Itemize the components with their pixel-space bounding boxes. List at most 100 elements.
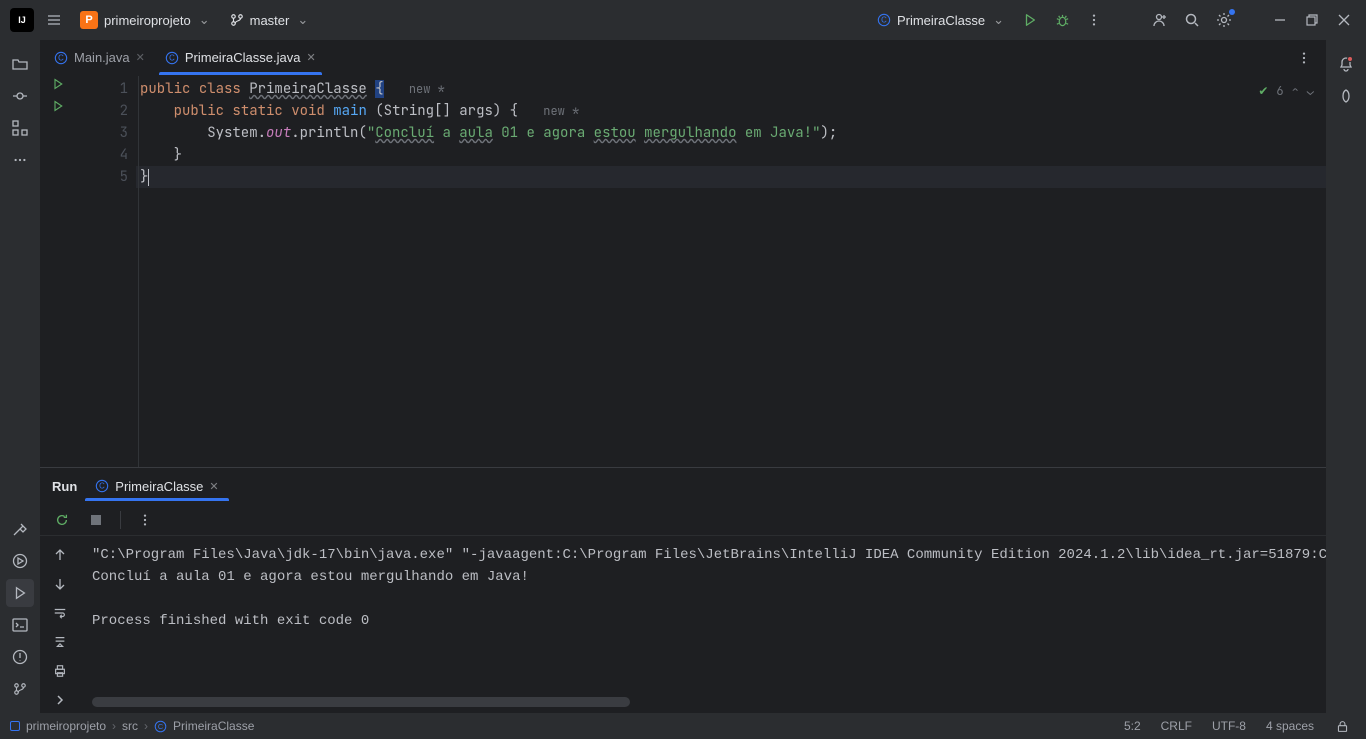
main-menu-button[interactable] xyxy=(40,6,68,34)
close-tab-button[interactable]: ✕ xyxy=(306,51,315,64)
close-icon xyxy=(1338,14,1350,26)
scroll-to-end-button[interactable] xyxy=(46,630,74,655)
branch-icon xyxy=(13,682,27,696)
navigation-breadcrumb[interactable]: primeiroprojeto › src › C PrimeiraClasse xyxy=(10,719,254,733)
prev-highlight-icon[interactable]: ⌃ xyxy=(1292,80,1299,102)
up-stack-button[interactable] xyxy=(46,542,74,567)
bug-icon xyxy=(1055,13,1070,28)
chevron-down-icon: ⌄ xyxy=(199,12,210,28)
git-tool-button[interactable] xyxy=(6,675,34,703)
rerun-button[interactable] xyxy=(48,506,76,534)
project-badge: P xyxy=(80,11,98,29)
console-side-toolbar xyxy=(40,536,80,713)
tab-menu-button[interactable] xyxy=(1290,44,1318,72)
assistant-icon xyxy=(1338,88,1354,104)
notifications-button[interactable] xyxy=(1332,50,1360,78)
file-encoding[interactable]: UTF-8 xyxy=(1206,719,1252,733)
print-button[interactable] xyxy=(46,659,74,684)
svg-text:C: C xyxy=(99,482,105,491)
maximize-button[interactable] xyxy=(1298,6,1326,34)
line-ending[interactable]: CRLF xyxy=(1155,719,1198,733)
code-area[interactable]: public class PrimeiraClasse { new * publ… xyxy=(136,76,1326,467)
close-tab-button[interactable]: ✕ xyxy=(136,51,145,64)
services-tool-button[interactable] xyxy=(6,547,34,575)
inspection-widget[interactable]: ✔ 6 ⌃ ⌄ xyxy=(1258,80,1314,102)
branch-icon xyxy=(230,13,244,27)
class-icon: C xyxy=(95,479,109,493)
tab-primeira-classe[interactable]: C PrimeiraClasse.java ✕ xyxy=(155,40,326,75)
branch-name: master xyxy=(250,13,290,28)
stop-button[interactable] xyxy=(82,506,110,534)
run-tab[interactable]: C PrimeiraClasse ✕ xyxy=(85,473,228,500)
run-gutter-icon[interactable] xyxy=(52,100,64,112)
debug-button[interactable] xyxy=(1048,6,1076,34)
maximize-icon xyxy=(1306,14,1318,26)
right-tool-rail xyxy=(1326,40,1366,713)
down-stack-button[interactable] xyxy=(46,571,74,596)
more-tools-button[interactable] xyxy=(6,146,34,174)
expand-console-button[interactable] xyxy=(46,688,74,713)
app-logo[interactable]: IJ xyxy=(8,6,36,34)
project-tool-button[interactable] xyxy=(6,50,34,78)
class-icon: C xyxy=(877,13,891,27)
more-actions-button[interactable] xyxy=(1080,6,1108,34)
editor-tabs: C Main.java ✕ C PrimeiraClasse.java ✕ xyxy=(40,40,1326,76)
caret-position[interactable]: 5:2 xyxy=(1118,719,1147,733)
minimize-button[interactable] xyxy=(1266,6,1294,34)
tab-main-java[interactable]: C Main.java ✕ xyxy=(44,40,155,75)
console-menu-button[interactable] xyxy=(131,506,159,534)
close-window-button[interactable] xyxy=(1330,6,1358,34)
wrap-icon xyxy=(53,606,67,620)
settings-button[interactable] xyxy=(1210,6,1238,34)
code-editor[interactable]: 12345 public class PrimeiraClasse { new … xyxy=(40,76,1326,467)
line-numbers: 12345 xyxy=(76,76,136,467)
code-with-me-button[interactable] xyxy=(1146,6,1174,34)
build-tool-button[interactable] xyxy=(6,515,34,543)
close-run-tab[interactable]: ✕ xyxy=(209,480,218,493)
terminal-tool-button[interactable] xyxy=(6,611,34,639)
crumb-src[interactable]: src xyxy=(122,719,138,733)
commit-icon xyxy=(12,88,28,104)
run-tab-label: PrimeiraClasse xyxy=(115,479,203,494)
soft-wrap-button[interactable] xyxy=(46,600,74,625)
console-output[interactable]: "C:\Program Files\Java\jdk-17\bin\java.e… xyxy=(80,536,1326,697)
indent-setting[interactable]: 4 spaces xyxy=(1260,719,1320,733)
play-icon xyxy=(13,586,27,600)
ai-assistant-button[interactable] xyxy=(1332,82,1360,110)
run-gutter-icon[interactable] xyxy=(52,78,64,90)
run-target-label: PrimeiraClasse xyxy=(897,13,985,28)
warning-circle-icon xyxy=(12,649,28,665)
run-title: Run xyxy=(52,479,77,494)
hammer-icon xyxy=(12,521,28,537)
search-icon xyxy=(1184,12,1200,28)
lock-icon xyxy=(1336,720,1349,733)
structure-tool-button[interactable] xyxy=(6,114,34,142)
run-tool-button[interactable] xyxy=(6,579,34,607)
console-scrollbar[interactable] xyxy=(92,697,1314,707)
project-name: primeiroprojeto xyxy=(104,13,191,28)
check-icon: ✔ xyxy=(1258,80,1268,102)
notification-dot xyxy=(1347,56,1353,62)
next-highlight-icon[interactable]: ⌄ xyxy=(1307,80,1314,102)
arrow-up-icon xyxy=(54,549,66,561)
run-configuration-selector[interactable]: C PrimeiraClasse ⌄ xyxy=(869,6,1012,34)
project-selector[interactable]: P primeiroprojeto ⌄ xyxy=(72,6,218,34)
rerun-icon xyxy=(55,513,69,527)
commit-tool-button[interactable] xyxy=(6,82,34,110)
chevron-right-icon xyxy=(54,694,66,706)
run-button[interactable] xyxy=(1016,6,1044,34)
problems-tool-button[interactable] xyxy=(6,643,34,671)
class-icon: C xyxy=(154,720,167,733)
crumb-project[interactable]: primeiroprojeto xyxy=(26,719,106,733)
search-everywhere-button[interactable] xyxy=(1178,6,1206,34)
vcs-branch-selector[interactable]: master ⌄ xyxy=(222,6,317,34)
svg-text:C: C xyxy=(169,53,175,62)
chevron-down-icon: ⌄ xyxy=(993,12,1004,28)
tab-label: Main.java xyxy=(74,50,130,65)
readonly-toggle[interactable] xyxy=(1328,712,1356,739)
structure-icon xyxy=(12,120,28,136)
stop-icon xyxy=(90,514,102,526)
update-indicator-dot xyxy=(1229,9,1235,15)
main-toolbar: IJ P primeiroprojeto ⌄ master ⌄ C Primei… xyxy=(0,0,1366,40)
crumb-class[interactable]: PrimeiraClasse xyxy=(173,719,254,733)
